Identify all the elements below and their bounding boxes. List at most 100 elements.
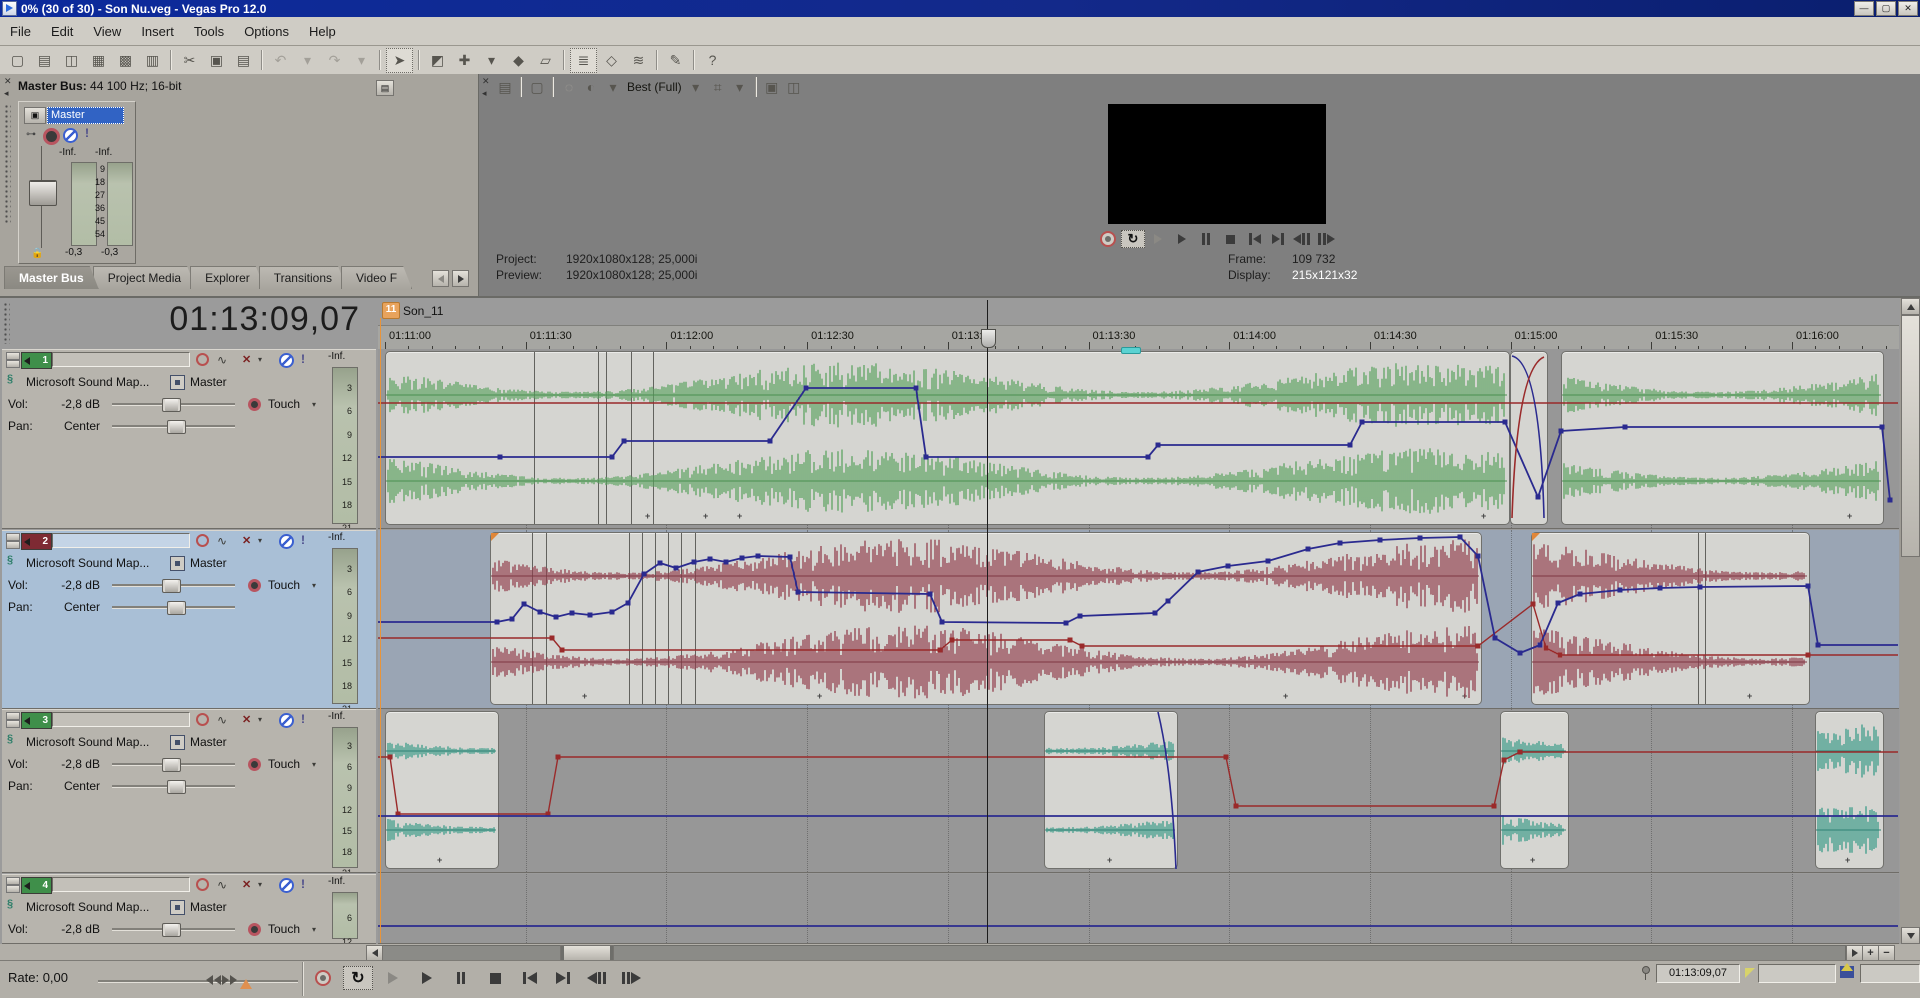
event-fx-icon[interactable]: + [817, 691, 822, 701]
menu-view[interactable]: View [83, 17, 131, 45]
track-number-badge[interactable]: 2 [21, 533, 52, 550]
menu-edit[interactable]: Edit [41, 17, 83, 45]
event-fx-icon[interactable]: + [582, 691, 587, 701]
go-to-start-button[interactable] [515, 967, 543, 989]
split-screen-view-icon[interactable]: ◐ [581, 77, 601, 97]
pan-value[interactable]: Center [42, 779, 100, 793]
device-chain-icon[interactable]: § [7, 898, 13, 910]
minimize-button[interactable]: — [1854, 1, 1874, 16]
track-minimize-icon[interactable] [6, 352, 20, 360]
track-number-badge[interactable]: 4 [21, 877, 52, 894]
audio-device-selector[interactable]: Microsoft Sound Map... [26, 735, 149, 749]
undo-dropdown-icon[interactable]: ▾ [295, 49, 320, 72]
bus-assign-icon[interactable] [170, 375, 185, 390]
tab-video-f[interactable]: Video F [341, 266, 412, 289]
save-snapshot-icon[interactable]: ◫ [784, 77, 804, 97]
zoom-in-icon[interactable]: + [1862, 945, 1879, 961]
automation-mode[interactable]: Touch [268, 757, 300, 771]
track-name-field[interactable] [52, 533, 190, 548]
track-header-4[interactable]: 4∿✕▾!-Inf.612§Microsoft Sound Map...Mast… [2, 874, 376, 944]
bus-assign-icon[interactable] [170, 556, 185, 571]
mute-dropdown-icon[interactable]: ▾ [258, 536, 262, 545]
event-fx-icon[interactable]: + [1107, 855, 1112, 865]
vol-value[interactable]: -2,8 dB [42, 757, 100, 771]
bus-assign-icon[interactable] [170, 735, 185, 750]
vscroll-down-icon[interactable] [1901, 927, 1920, 944]
project-properties-icon[interactable]: ▦ [86, 49, 111, 72]
status-field-3[interactable] [1860, 964, 1920, 983]
quality-dropdown-icon[interactable]: ▾ [686, 77, 706, 97]
arm-record-icon[interactable] [195, 352, 210, 367]
track-header-1[interactable]: 1∿✕▾!-Inf.36912151821§Microsoft Sound Ma… [2, 349, 376, 529]
lock-envelopes-icon[interactable]: ≋ [626, 49, 651, 72]
track-lane-1[interactable]: +++++ [378, 349, 1899, 529]
automation-dropdown-icon[interactable]: ▾ [312, 760, 316, 769]
record-button[interactable] [1097, 231, 1119, 247]
new-project-icon[interactable]: ▢ [5, 49, 30, 72]
mute-dropdown-icon[interactable]: ▾ [258, 880, 262, 889]
marker-row[interactable] [378, 298, 1899, 326]
status-timecode-field[interactable]: 01:13:09,07 [1656, 964, 1740, 983]
automation-gear-icon[interactable] [248, 579, 261, 592]
mute-circle-icon[interactable] [63, 128, 78, 143]
phase-icon[interactable]: ! [301, 533, 305, 547]
track-restore-icon[interactable] [6, 360, 20, 368]
expand-track-keyframes-icon[interactable]: ▱ [533, 49, 558, 72]
vol-value[interactable]: -2,8 dB [42, 578, 100, 592]
tab-transitions[interactable]: Transitions [259, 266, 347, 289]
vol-slider-handle[interactable] [162, 398, 181, 412]
video-preview-props-icon[interactable]: ▤ [495, 77, 515, 97]
track-lane-3[interactable]: ++++ [378, 709, 1899, 873]
video-output-fx-icon[interactable]: ◌ [559, 77, 579, 97]
event-fx-icon[interactable]: + [1283, 691, 1288, 701]
hscroll-thumb[interactable] [560, 945, 614, 961]
track-restore-icon[interactable] [6, 541, 20, 549]
pushpin-icon[interactable] [1641, 966, 1649, 980]
device-chain-icon[interactable]: § [7, 733, 13, 745]
whats-this-help-icon[interactable]: ? [700, 49, 725, 72]
automation-mode[interactable]: Touch [268, 922, 300, 936]
solo-icon[interactable] [279, 713, 294, 728]
audio-event[interactable]: + [1815, 711, 1884, 869]
mute-icon[interactable]: ✕ [242, 878, 251, 891]
redo-dropdown-icon[interactable]: ▾ [349, 49, 374, 72]
timecode-display[interactable]: 01:13:09,07 [20, 300, 360, 344]
track-minimize-icon[interactable] [6, 877, 20, 885]
overlays-dropdown-icon[interactable]: ▾ [730, 77, 750, 97]
play-normal-button[interactable] [1171, 231, 1193, 247]
event-fx-icon[interactable]: + [1747, 691, 1752, 701]
audio-device-selector[interactable]: Microsoft Sound Map... [26, 375, 149, 389]
event-fx-icon[interactable]: + [1847, 511, 1852, 521]
track-lane-2[interactable]: +++++ [378, 530, 1899, 709]
close-preview-icon[interactable]: ✕ [482, 77, 490, 86]
fx-gear-icon[interactable] [43, 128, 60, 145]
open-project-icon[interactable]: ▤ [32, 49, 57, 72]
mute-icon[interactable]: ✕ [242, 713, 251, 726]
status-field-2[interactable] [1758, 964, 1836, 983]
menu-insert[interactable]: Insert [131, 17, 184, 45]
tab-master-bus[interactable]: Master Bus [4, 266, 99, 289]
vscroll-thumb[interactable] [1901, 315, 1920, 557]
audio-event[interactable]: + [1561, 351, 1884, 525]
copy-icon[interactable]: ▣ [204, 49, 229, 72]
audio-event[interactable]: + [1531, 532, 1810, 705]
audio-event[interactable] [1510, 351, 1548, 525]
normal-edit-tool-icon[interactable]: ➤ [386, 48, 413, 73]
track-envelope-icon[interactable]: ∿ [217, 713, 227, 727]
automation-mode[interactable]: Touch [268, 578, 300, 592]
loop-playback-button[interactable]: ↻ [343, 966, 373, 990]
edit-cursor-handle[interactable] [981, 329, 996, 348]
master-name-field[interactable]: Master [47, 107, 124, 124]
mute-icon[interactable]: ✕ [242, 353, 251, 366]
edit-details-icon[interactable]: ▥ [140, 49, 165, 72]
play-from-start-button[interactable] [379, 967, 407, 989]
automation-mode[interactable]: Touch [268, 397, 300, 411]
automation-dropdown-icon[interactable]: ▾ [312, 581, 316, 590]
automation-gear-icon[interactable] [248, 923, 261, 936]
automation-dropdown-icon[interactable]: ▾ [312, 400, 316, 409]
tabs-scroll-left-icon[interactable] [432, 270, 449, 287]
envelope-edit-tool-icon[interactable]: ◩ [425, 49, 450, 72]
rate-slider-handle[interactable] [206, 975, 237, 985]
menu-file[interactable]: File [0, 17, 41, 45]
marker-tag[interactable]: 11 [382, 302, 400, 319]
